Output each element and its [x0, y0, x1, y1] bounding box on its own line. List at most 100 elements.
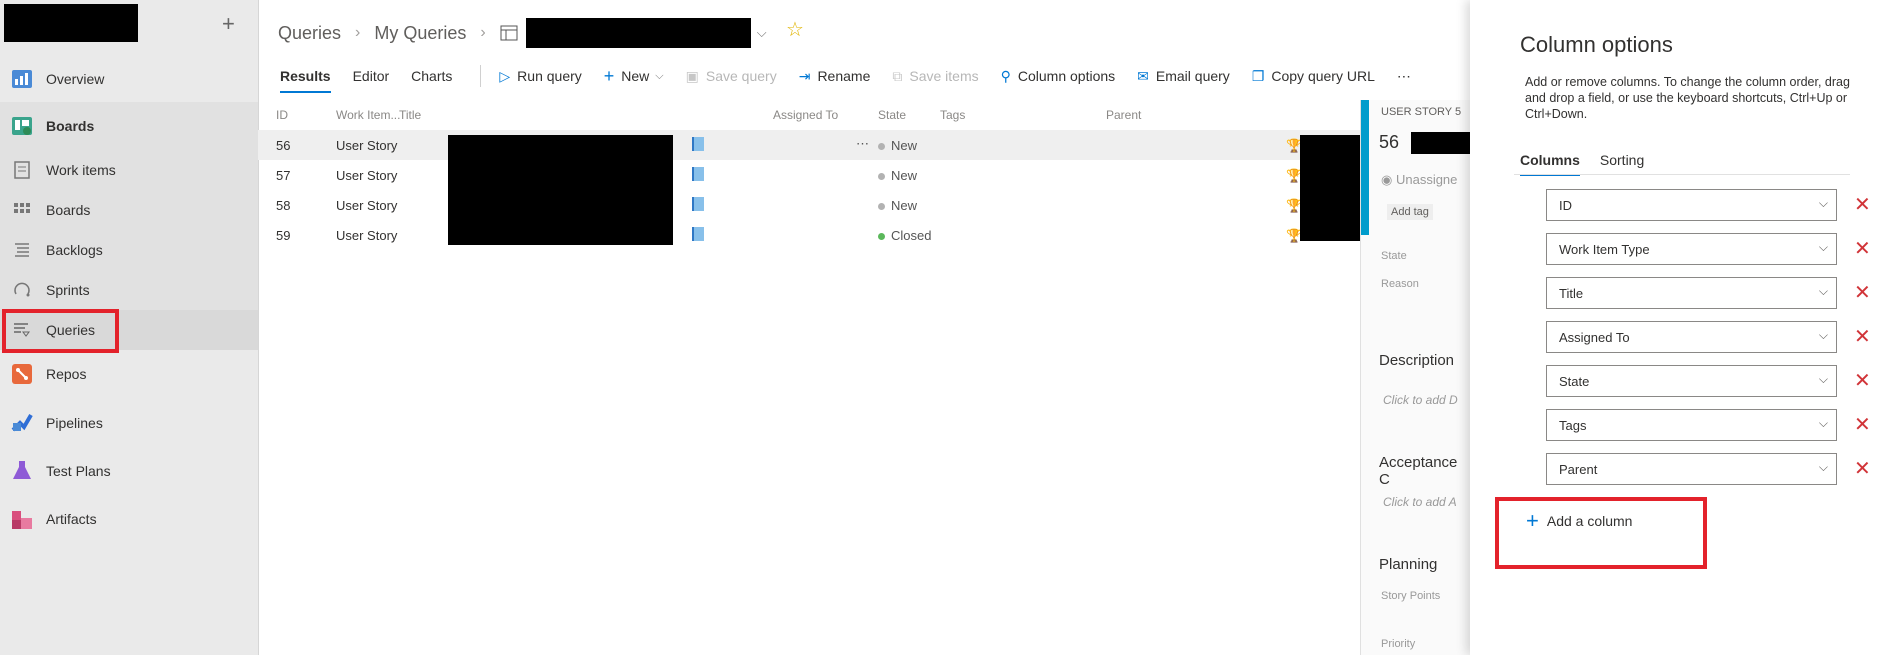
query-toolbar: Results Editor Charts ▷ Run query + New ⌵ ▣… — [280, 64, 1433, 93]
state-dot-icon — [878, 203, 885, 211]
nav-work-items-label: Work items — [46, 162, 116, 178]
column-select-parent[interactable]: Parent ⌵ — [1546, 453, 1837, 485]
breadcrumb-my-queries[interactable]: My Queries — [374, 23, 466, 44]
chevron-right-icon: › — [480, 24, 486, 41]
peek-story-points-label: Story Points — [1381, 590, 1441, 602]
wrench-icon: ⚲ — [1000, 67, 1011, 84]
nav-backlogs[interactable]: Backlogs — [0, 230, 258, 270]
save-items-button[interactable]: ⧉ Save items — [892, 68, 978, 85]
column-value: Work Item Type — [1559, 242, 1650, 257]
col-header-parent[interactable]: Parent — [1106, 108, 1141, 122]
breadcrumb-queries[interactable]: Queries — [278, 23, 341, 44]
table-row[interactable]: 57 User Story New 🏆 — [258, 160, 1360, 190]
column-value: State — [1559, 374, 1590, 389]
row-id: 58 — [276, 198, 291, 213]
tab-editor[interactable]: Editor — [353, 68, 390, 84]
rename-button[interactable]: ⇥ Rename — [799, 68, 871, 85]
add-tag-button[interactable]: Add tag — [1387, 204, 1433, 220]
column-select-state[interactable]: State ⌵ — [1546, 365, 1837, 397]
favorite-star-icon[interactable]: ☆ — [786, 17, 804, 42]
user-story-icon — [692, 167, 704, 181]
remove-column-icon[interactable]: ✕ — [1854, 412, 1871, 437]
col-header-id[interactable]: ID — [276, 108, 288, 122]
breadcrumb: Queries › My Queries › ⌵ — [278, 18, 767, 48]
nav-pipelines[interactable]: Pipelines — [0, 403, 258, 443]
col-header-assigned[interactable]: Assigned To — [773, 108, 838, 122]
redacted-peek-title — [1411, 132, 1471, 154]
table-row[interactable]: 56 User Story ⋯ New 🏆 — [258, 130, 1360, 160]
redacted-query-name — [525, 18, 751, 48]
nav-repos[interactable]: Repos — [0, 354, 258, 394]
nav-sprints-label: Sprints — [46, 282, 90, 298]
peek-description-placeholder[interactable]: Click to add D — [1383, 393, 1458, 407]
work-item-peek: USER STORY 5 56 ◉ Unassigne Add tag Stat… — [1360, 100, 1471, 655]
column-select-title[interactable]: Title ⌵ — [1546, 277, 1837, 309]
remove-column-icon[interactable]: ✕ — [1854, 368, 1871, 393]
nav-queries[interactable]: Queries — [0, 310, 258, 350]
redacted-titles — [448, 135, 673, 245]
copy-query-url-label: Copy query URL — [1271, 68, 1375, 84]
nav-boards-hub[interactable]: Boards — [0, 106, 258, 146]
org-header: + — [0, 0, 258, 48]
copy-query-url-button[interactable]: ❐ Copy query URL — [1252, 68, 1375, 85]
peek-acceptance-placeholder[interactable]: Click to add A — [1383, 495, 1457, 509]
user-story-icon — [692, 197, 704, 211]
peek-type-label: USER STORY 5 — [1381, 106, 1462, 118]
peek-assignee[interactable]: ◉ Unassigne — [1381, 172, 1457, 188]
peek-assignee-label: Unassigne — [1395, 172, 1458, 187]
remove-column-icon[interactable]: ✕ — [1854, 192, 1871, 217]
column-select-tags[interactable]: Tags ⌵ — [1546, 409, 1837, 441]
pipelines-icon — [11, 413, 33, 432]
col-header-title[interactable]: Title — [399, 108, 421, 122]
tab-charts[interactable]: Charts — [411, 68, 452, 84]
add-column-button[interactable]: + Add a column — [1526, 508, 1632, 534]
save-icon: ▣ — [685, 67, 699, 84]
column-select-assigned-to[interactable]: Assigned To ⌵ — [1546, 321, 1837, 353]
email-query-button[interactable]: ✉ Email query — [1137, 68, 1230, 85]
plus-icon: + — [1526, 508, 1539, 533]
save-query-button[interactable]: ▣ Save query — [686, 68, 777, 85]
chevron-down-icon: ⌵ — [1818, 284, 1828, 298]
nav-overview[interactable]: Overview — [0, 59, 258, 99]
column-options-button[interactable]: ⚲ Column options — [1001, 68, 1116, 85]
col-header-type[interactable]: Work Item... — [336, 108, 400, 122]
remove-column-icon[interactable]: ✕ — [1854, 236, 1871, 261]
nav-boards[interactable]: Boards — [0, 190, 258, 230]
remove-column-icon[interactable]: ✕ — [1854, 324, 1871, 349]
rename-label: Rename — [817, 68, 871, 84]
sprints-icon — [14, 282, 30, 297]
plus-icon[interactable]: + — [222, 11, 235, 37]
left-nav: + Overview Boards Work items Boards Back… — [0, 0, 259, 655]
table-row[interactable]: 59 User Story Closed 🏆 — [258, 220, 1360, 250]
remove-column-icon[interactable]: ✕ — [1854, 456, 1871, 481]
col-header-tags[interactable]: Tags — [940, 108, 965, 122]
chevron-down-icon[interactable]: ⌵ — [757, 25, 767, 41]
col-header-state[interactable]: State — [878, 108, 906, 122]
nav-sprints[interactable]: Sprints — [0, 270, 258, 310]
mail-icon: ✉ — [1137, 67, 1149, 84]
tab-results[interactable]: Results — [280, 68, 331, 93]
redacted-org-name — [4, 4, 138, 42]
user-story-icon — [692, 137, 704, 151]
run-query-button[interactable]: ▷ Run query — [499, 68, 581, 85]
column-select-id[interactable]: ID ⌵ — [1546, 189, 1837, 221]
queries-icon — [14, 323, 30, 337]
nav-test-plans[interactable]: Test Plans — [0, 451, 258, 491]
table-row[interactable]: 58 User Story New 🏆 — [258, 190, 1360, 220]
row-state-label: Closed — [891, 228, 932, 243]
state-dot-icon — [878, 173, 885, 181]
row-id: 56 — [276, 138, 291, 153]
remove-column-icon[interactable]: ✕ — [1854, 280, 1871, 305]
row-more-button[interactable]: ⋯ — [856, 136, 869, 152]
table-icon — [500, 25, 518, 41]
tab-sorting[interactable]: Sorting — [1600, 152, 1644, 168]
state-dot-icon — [878, 143, 885, 151]
nav-artifacts[interactable]: Artifacts — [0, 499, 258, 539]
chevron-down-icon: ⌵ — [1818, 372, 1828, 386]
more-actions-button[interactable]: ⋯ — [1397, 68, 1411, 85]
nav-work-items[interactable]: Work items — [0, 150, 258, 190]
test-plans-icon — [13, 461, 31, 479]
column-select-work-item-type[interactable]: Work Item Type ⌵ — [1546, 233, 1837, 265]
tab-columns[interactable]: Columns — [1520, 152, 1580, 176]
new-button[interactable]: + New ⌵ — [604, 66, 664, 87]
